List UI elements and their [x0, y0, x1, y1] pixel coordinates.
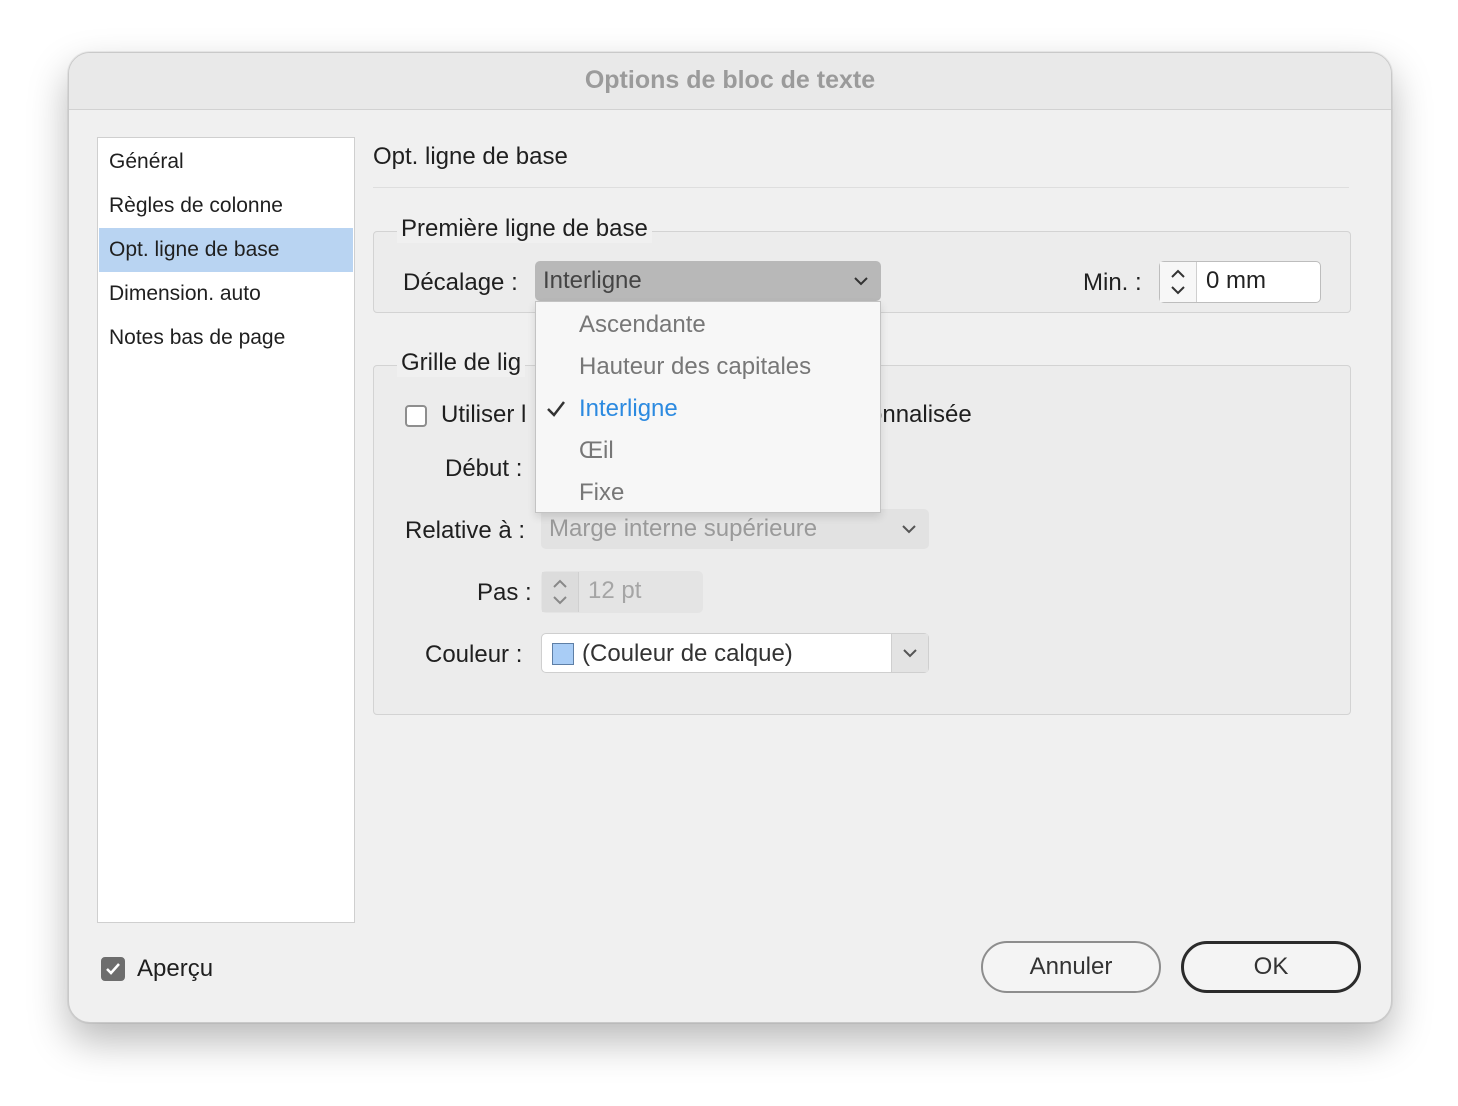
chevron-down-icon	[854, 277, 868, 286]
stepper-arrows-icon[interactable]	[542, 572, 579, 612]
step-value: 12 pt	[588, 577, 642, 604]
menu-item-x-height[interactable]: Œil	[536, 430, 880, 472]
section-divider	[373, 187, 1349, 188]
section-title: Opt. ligne de base	[373, 143, 568, 170]
chevron-down-icon	[902, 525, 916, 534]
preview-checkbox[interactable]	[101, 957, 125, 981]
custom-grid-label-end: onnalisée	[869, 401, 972, 428]
color-value: (Couleur de calque)	[582, 640, 793, 667]
color-dropdown-arrow	[891, 634, 928, 672]
offset-dropdown-menu: Ascendante Hauteur des capitales Interli…	[535, 301, 881, 513]
sidebar-item-general[interactable]: Général	[99, 140, 353, 184]
start-label: Début :	[445, 455, 523, 482]
offset-dropdown-value: Interligne	[543, 267, 642, 294]
cancel-button[interactable]: Annuler	[981, 941, 1161, 993]
menu-item-cap-height[interactable]: Hauteur des capitales	[536, 346, 880, 388]
offset-label: Décalage :	[403, 269, 518, 296]
custom-grid-checkbox[interactable]	[405, 405, 427, 427]
sidebar-item-auto-size[interactable]: Dimension. auto	[99, 272, 353, 316]
min-value: 0 mm	[1206, 267, 1266, 294]
offset-dropdown[interactable]: Interligne	[535, 261, 881, 301]
sidebar: Général Règles de colonne Opt. ligne de …	[97, 137, 355, 923]
checkmark-icon	[547, 401, 565, 417]
sidebar-item-column-rules[interactable]: Règles de colonne	[99, 184, 353, 228]
relative-to-value: Marge interne supérieure	[549, 515, 818, 542]
menu-item-leading-label: Interligne	[579, 395, 678, 422]
color-label: Couleur :	[425, 641, 523, 668]
step-label: Pas :	[477, 579, 532, 606]
custom-grid-label: Utiliser l	[441, 401, 527, 428]
color-swatch	[552, 643, 574, 665]
sidebar-item-baseline-options[interactable]: Opt. ligne de base	[99, 228, 353, 272]
relative-to-label: Relative à :	[405, 517, 526, 544]
color-dropdown[interactable]: (Couleur de calque)	[541, 633, 929, 673]
ok-button[interactable]: OK	[1181, 941, 1361, 993]
sidebar-item-footnotes[interactable]: Notes bas de page	[99, 316, 353, 360]
min-label: Min. :	[1083, 269, 1142, 296]
baseline-grid-legend: Grille de lig	[397, 349, 526, 377]
menu-item-fixed[interactable]: Fixe	[536, 472, 880, 514]
first-baseline-legend: Première ligne de base	[397, 215, 652, 243]
preview-label: Aperçu	[137, 955, 214, 982]
dialog-title: Options de bloc de texte	[69, 53, 1391, 110]
chevron-down-icon	[903, 649, 917, 658]
step-stepper[interactable]: 12 pt	[541, 571, 703, 613]
checkmark-icon	[106, 963, 120, 975]
relative-to-dropdown[interactable]: Marge interne supérieure	[541, 509, 929, 549]
menu-item-leading[interactable]: Interligne	[536, 388, 880, 430]
menu-item-ascent[interactable]: Ascendante	[536, 304, 880, 346]
stepper-arrows-icon[interactable]	[1160, 262, 1197, 302]
min-stepper[interactable]: 0 mm	[1159, 261, 1321, 303]
text-frame-options-dialog: Options de bloc de texte Général Règles …	[68, 52, 1392, 1023]
